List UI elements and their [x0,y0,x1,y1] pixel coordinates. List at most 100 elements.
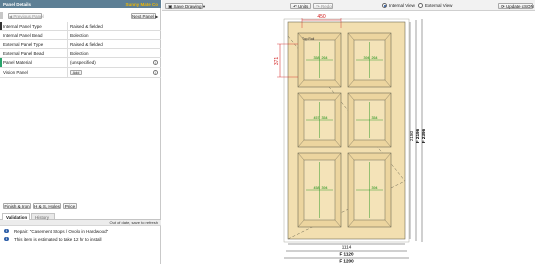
collapse-handle[interactable] [0,12,3,19]
property-key: External Panel Bead [3,51,45,57]
column-divider [67,58,68,67]
door-panel[interactable]: 358 264 [297,32,342,88]
bottom-dimensions: 1114 F 1120 F 1200 [284,243,409,264]
panel-header-title: Panel Details [3,1,32,7]
panel-details-sidebar: Panel Details Sunny Mate Co ◀ Previous P… [0,0,161,264]
disk-icon: ▣ [168,3,173,9]
property-value[interactable]: Bolection [70,33,89,38]
info-icon[interactable]: i [153,70,158,75]
panel-width-label: 394 [364,56,370,60]
row-marker [0,58,2,67]
panel-width-label: 358 [314,56,320,60]
property-key: Internal Panel Bead [3,33,43,39]
refresh-icon: ⟳ [501,3,505,9]
column-divider [67,22,68,30]
arrow-left-icon: ◀ [9,13,13,19]
column-divider [67,40,68,48]
right-dim-1: 2180 [409,130,414,141]
right-dim-3: F 2396 [421,128,426,143]
tab-history[interactable]: History [31,212,55,220]
right-dimensions: 2180 F 2196 F 2396 [409,19,426,242]
row-marker [0,22,2,30]
previous-panel-label: Previous Panel [13,13,44,19]
column-divider [67,68,68,77]
price-button[interactable]: Price [63,203,77,209]
tab-validation[interactable]: Validation [2,212,30,220]
units-label: Units [298,3,309,9]
previous-panel-button[interactable]: ◀ Previous Panel [8,12,44,19]
property-value[interactable]: Bolection [70,51,89,56]
property-key: Panel Material [3,60,32,66]
properties-table: Internal Panel Type Raised & fielded Int… [0,22,161,78]
info-icon[interactable]: i [153,60,158,65]
property-key: Internal Panel Type [3,24,42,30]
panel-width-label: 457 [314,116,320,120]
right-dim-2: F 2196 [415,128,420,143]
panel-height-label: 354 [322,116,328,120]
door-panel[interactable]: 394 264 [347,32,392,88]
units-button[interactable]: ↶ Units [290,2,311,9]
finish-iron-button[interactable]: Finish & Iron [3,203,31,209]
door-panel[interactable]: 458 394 [297,152,342,228]
left-height-label: 371 [274,57,280,66]
door-drawing: 358 264 394 264457 354 354458 394 394 450 371 T… [274,14,426,264]
property-row[interactable]: Vision Panel Add i [0,68,161,78]
next-panel-button[interactable]: Next Panel ▶ [131,12,159,19]
internal-view-label: Internal View [389,3,415,9]
property-row[interactable]: External Panel Bead Bolection [0,49,161,58]
column-divider [67,31,68,39]
redo-icon: ↷ [316,3,320,9]
validation-message: i This item is estimated to take 12 hr t… [0,235,161,243]
validation-message: i Repair: "Casement Stops / Ovolo in Har… [0,227,161,235]
column-divider [67,49,68,57]
add-vision-panel-button[interactable]: Add [70,70,82,75]
panel-reference-text: Top Rail [302,37,314,41]
panel-height-label: 354 [372,116,378,120]
panel-height-label: 394 [322,186,328,190]
property-value[interactable]: Raised & fielded [70,24,103,29]
chevron-down-icon: ▾ [202,3,206,9]
panel-width-label: 458 [314,186,320,190]
external-view-label: External View [425,3,453,9]
property-row[interactable]: Panel Material (unspecified) i [0,58,161,68]
undo-icon: ↶ [293,3,297,9]
app-window: Panel Details Sunny Mate Co ◀ Previous P… [0,0,535,264]
door-panel[interactable]: 457 354 [297,92,342,148]
drawing-toolbar: ▣ Save Drawing ▾ ↶ Units ↷ Redo Internal… [162,0,535,11]
arrow-right-icon: ▶ [155,13,159,19]
panel-header: Panel Details Sunny Mate Co [0,0,161,8]
property-row[interactable]: Internal Panel Bead Bolection [0,31,161,40]
hs-holes-button[interactable]: H & S, Holes [33,203,61,209]
update-json-button[interactable]: ⟳ Update cSON [498,2,534,9]
bottom-dim-2: F 1120 [339,252,353,257]
door-panel[interactable]: 394 [347,152,392,228]
brand-label: Sunny Mate Co [125,1,158,7]
save-drawing-button[interactable]: ▣ Save Drawing ▾ [165,2,206,9]
property-key: External Panel Type [3,42,44,48]
property-row[interactable]: External Panel Type Raised & fielded [0,40,161,49]
property-row[interactable]: Internal Panel Type Raised & fielded [0,22,161,31]
panel-height-label: 264 [322,56,328,60]
bottom-dim-3: F 1200 [339,259,354,264]
internal-view-radio[interactable] [382,3,387,8]
property-value[interactable]: (unspecified) [70,60,96,65]
door-panel[interactable]: 354 [347,92,392,148]
save-drawing-label: Save Drawing [173,3,202,9]
panel-height-label: 264 [372,56,378,60]
update-json-label: Update cSON [506,3,534,9]
panel-height-label: 394 [372,186,378,190]
property-value[interactable]: Raised & fielded [70,42,103,47]
validation-message-text: Repair: "Casement Stops / Ovolo in Hardw… [14,228,109,234]
validation-tabs: Validation History [0,212,161,220]
info-icon: i [4,228,9,233]
validation-message-text: This item is estimated to take 12 hr to … [14,236,102,242]
external-view-radio[interactable] [418,3,423,8]
drawing-area: ▣ Save Drawing ▾ ↶ Units ↷ Redo Internal… [162,0,535,264]
top-width-label: 450 [317,14,326,20]
info-icon: i [4,236,9,241]
validation-status: Out of date, save to refresh [0,220,161,226]
next-panel-label: Next Panel [132,13,155,19]
property-key: Vision Panel [3,70,28,76]
redo-button[interactable]: ↷ Redo [313,2,333,9]
door-drawing-canvas[interactable]: 358 264 394 264 457 354 354 458 394 394 450 371 T… [162,11,535,264]
